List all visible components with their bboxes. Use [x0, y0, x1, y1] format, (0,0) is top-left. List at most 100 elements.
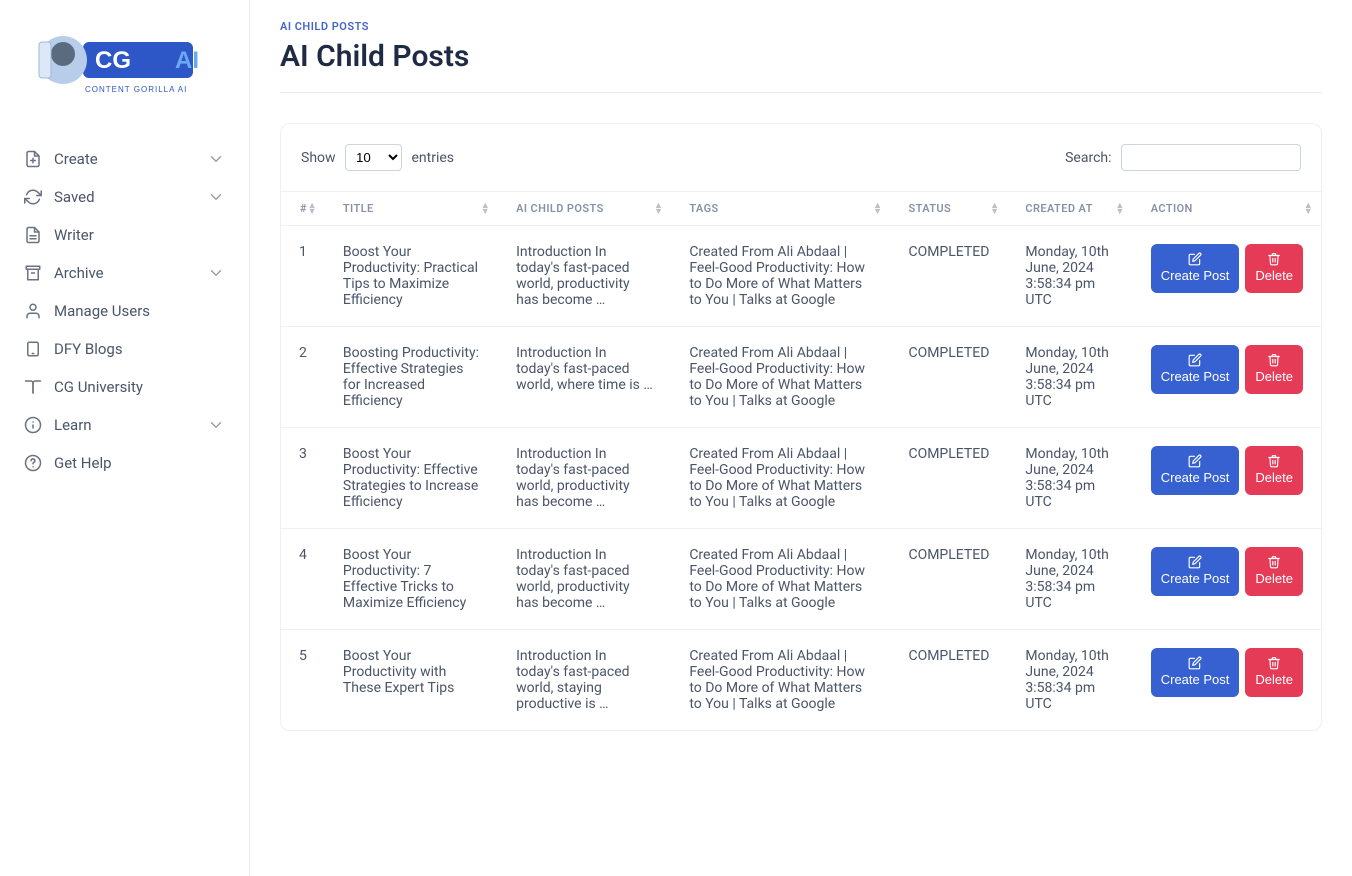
- trash-icon: [1267, 353, 1281, 367]
- button-label: Delete: [1255, 470, 1293, 487]
- search-wrap: Search:: [1065, 144, 1301, 171]
- sidebar: CG AI CONTENT GORILLA AI CreateSaved Writ…: [0, 0, 250, 876]
- sidebar-item-cg-university[interactable]: CG University: [10, 368, 239, 406]
- row-number: 2: [281, 327, 325, 428]
- delete-button[interactable]: Delete: [1245, 446, 1303, 495]
- sort-icon: ▲▼: [873, 203, 882, 215]
- entries-label: entries: [412, 150, 455, 166]
- show-label: Show: [301, 150, 336, 166]
- create-post-button[interactable]: Create Post: [1151, 446, 1240, 495]
- button-label: Create Post: [1161, 268, 1230, 285]
- row-status: COMPLETED: [890, 428, 1007, 529]
- chevron-down-icon: [207, 416, 225, 434]
- sidebar-item-writer[interactable]: Writer: [10, 216, 239, 254]
- edit-icon: [1188, 353, 1202, 367]
- row-tags: Created From Ali Abdaal | Feel-Good Prod…: [671, 630, 890, 731]
- sidebar-item-learn[interactable]: Learn: [10, 406, 239, 444]
- brand-logo: CG AI CONTENT GORILLA AI: [25, 20, 225, 110]
- trash-icon: [1267, 656, 1281, 670]
- breadcrumb: AI CHILD POSTS: [280, 20, 1322, 33]
- sidebar-item-manage-users[interactable]: Manage Users: [10, 292, 239, 330]
- row-title: Boosting Productivity: Effective Strateg…: [325, 327, 498, 428]
- row-tags: Created From Ali Abdaal | Feel-Good Prod…: [671, 529, 890, 630]
- row-ai-child: Introduction In today's fast-paced world…: [498, 529, 671, 630]
- svg-text:AI: AI: [175, 47, 199, 74]
- row-status: COMPLETED: [890, 529, 1007, 630]
- sidebar-item-dfy-blogs[interactable]: DFY Blogs: [10, 330, 239, 368]
- button-label: Delete: [1255, 268, 1293, 285]
- create-post-button[interactable]: Create Post: [1151, 244, 1240, 293]
- sidebar-item-label: Learn: [54, 416, 92, 434]
- sidebar-item-saved[interactable]: Saved: [10, 178, 239, 216]
- edit-icon: [1188, 454, 1202, 468]
- row-actions: Create Post Delete: [1133, 428, 1321, 529]
- row-ai-child: Introduction In today's fast-paced world…: [498, 327, 671, 428]
- row-created: Monday, 10th June, 2024 3:58:34 pm UTC: [1007, 327, 1132, 428]
- table-row: 3Boost Your Productivity: Effective Stra…: [281, 428, 1321, 529]
- row-actions: Create Post Delete: [1133, 529, 1321, 630]
- sidebar-nav: CreateSaved Writer Archive Manage UsersDFY …: [0, 140, 249, 482]
- row-created: Monday, 10th June, 2024 3:58:34 pm UTC: [1007, 428, 1132, 529]
- trash-icon: [1267, 454, 1281, 468]
- column-label: TITLE: [343, 202, 374, 215]
- col-ai-child-posts[interactable]: AI CHILD POSTS▲▼: [498, 192, 671, 226]
- main-content: AI CHILD POSTS AI Child Posts Show 10255…: [250, 0, 1352, 876]
- button-label: Create Post: [1161, 369, 1230, 386]
- sort-icon: ▲▼: [1304, 203, 1313, 215]
- button-label: Delete: [1255, 571, 1293, 588]
- search-input[interactable]: [1121, 144, 1301, 171]
- book-icon: [24, 378, 42, 396]
- create-post-button[interactable]: Create Post: [1151, 547, 1240, 596]
- row-ai-child: Introduction In today's fast-paced world…: [498, 226, 671, 327]
- sidebar-item-label: Writer: [54, 226, 94, 244]
- row-tags: Created From Ali Abdaal | Feel-Good Prod…: [671, 226, 890, 327]
- row-actions: Create Post Delete: [1133, 226, 1321, 327]
- row-number: 3: [281, 428, 325, 529]
- table-controls: Show 102550100 entries Search:: [281, 144, 1321, 191]
- delete-button[interactable]: Delete: [1245, 345, 1303, 394]
- table-head: #▲▼TITLE▲▼AI CHILD POSTS▲▼TAGS▲▼STATUS▲▼…: [281, 192, 1321, 226]
- sidebar-item-archive[interactable]: Archive: [10, 254, 239, 292]
- col-action[interactable]: ACTION ▲▼: [1133, 192, 1321, 226]
- button-label: Create Post: [1161, 470, 1230, 487]
- create-post-button[interactable]: Create Post: [1151, 648, 1240, 697]
- column-label: ACTION: [1151, 202, 1193, 215]
- button-label: Delete: [1255, 369, 1293, 386]
- page-size-select[interactable]: 102550100: [345, 144, 402, 171]
- col-created-at[interactable]: CREATED AT▲▼: [1007, 192, 1132, 226]
- create-post-button[interactable]: Create Post: [1151, 345, 1240, 394]
- sidebar-item-label: Archive: [54, 264, 104, 282]
- chevron-down-icon: [207, 264, 225, 282]
- row-created: Monday, 10th June, 2024 3:58:34 pm UTC: [1007, 630, 1132, 731]
- help-icon: [24, 454, 42, 472]
- sidebar-item-create[interactable]: Create: [10, 140, 239, 178]
- column-label: #: [300, 202, 307, 215]
- table-row: 1Boost Your Productivity: Practical Tips…: [281, 226, 1321, 327]
- posts-table: #▲▼TITLE▲▼AI CHILD POSTS▲▼TAGS▲▼STATUS▲▼…: [281, 191, 1321, 730]
- delete-button[interactable]: Delete: [1245, 648, 1303, 697]
- col--[interactable]: #▲▼: [281, 192, 325, 226]
- col-status[interactable]: STATUS▲▼: [890, 192, 1007, 226]
- row-created: Monday, 10th June, 2024 3:58:34 pm UTC: [1007, 226, 1132, 327]
- column-label: STATUS: [908, 202, 951, 215]
- edit-icon: [1188, 252, 1202, 266]
- row-status: COMPLETED: [890, 226, 1007, 327]
- column-label: TAGS: [689, 202, 718, 215]
- table-row: 4Boost Your Productivity: 7 Effective Tr…: [281, 529, 1321, 630]
- row-number: 5: [281, 630, 325, 731]
- svg-text:CONTENT GORILLA AI: CONTENT GORILLA AI: [85, 85, 187, 94]
- row-number: 1: [281, 226, 325, 327]
- row-status: COMPLETED: [890, 327, 1007, 428]
- entries-selector: Show 102550100 entries: [301, 144, 454, 171]
- refresh-icon: [24, 188, 42, 206]
- column-label: CREATED AT: [1025, 202, 1092, 215]
- row-status: COMPLETED: [890, 630, 1007, 731]
- col-tags[interactable]: TAGS ▲▼: [671, 192, 890, 226]
- edit-icon: [1188, 656, 1202, 670]
- button-label: Create Post: [1161, 571, 1230, 588]
- chevron-down-icon: [207, 188, 225, 206]
- delete-button[interactable]: Delete: [1245, 547, 1303, 596]
- col-title[interactable]: TITLE▲▼: [325, 192, 498, 226]
- sidebar-item-get-help[interactable]: Get Help: [10, 444, 239, 482]
- delete-button[interactable]: Delete: [1245, 244, 1303, 293]
